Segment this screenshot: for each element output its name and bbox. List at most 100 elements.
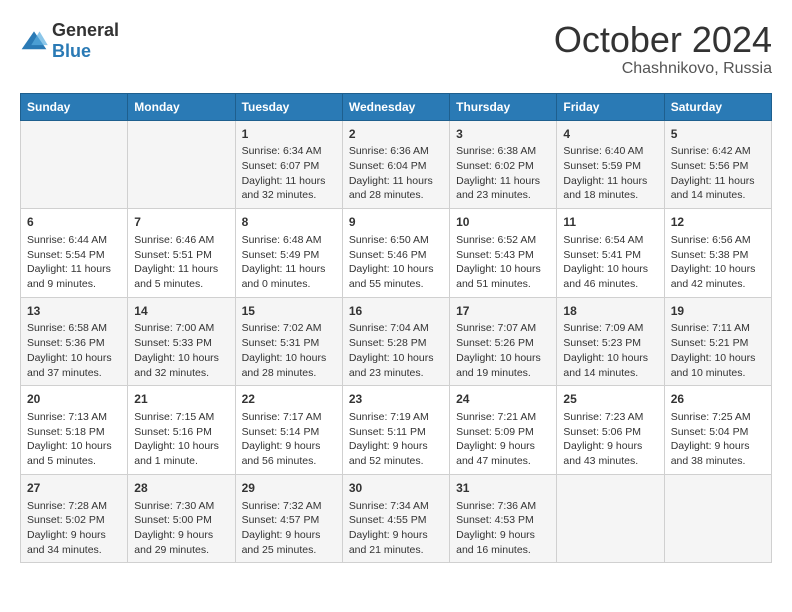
day-number: 10 (456, 214, 550, 231)
calendar-cell: 8 Sunrise: 6:48 AM Sunset: 5:49 PM Daylig… (235, 209, 342, 298)
day-content: Sunrise: 7:23 AM Sunset: 5:06 PM Dayligh… (563, 410, 657, 469)
calendar-cell (21, 120, 128, 209)
weekday-header: Saturday (664, 93, 771, 120)
calendar-cell: 30Sunrise: 7:34 AM Sunset: 4:55 PM Dayli… (342, 474, 449, 563)
day-number: 8 (242, 214, 336, 231)
day-content: Sunrise: 6:48 AM Sunset: 5:49 PM Dayligh… (242, 233, 336, 292)
calendar-cell: 5Sunrise: 6:42 AM Sunset: 5:56 PM Daylig… (664, 120, 771, 209)
day-content: Sunrise: 6:44 AM Sunset: 5:54 PM Dayligh… (27, 233, 121, 292)
calendar-week-row: 20 Sunrise: 7:13 AM Sunset: 5:18 PM Dayli… (21, 386, 772, 475)
day-content: Sunrise: 7:00 AM Sunset: 5:33 PM Dayligh… (134, 321, 228, 380)
day-content: Sunrise: 6:38 AM Sunset: 6:02 PM Dayligh… (456, 144, 550, 203)
logo-blue: Blue (52, 41, 91, 61)
weekday-header: Friday (557, 93, 664, 120)
day-number: 27 (27, 480, 121, 497)
day-number: 18 (563, 303, 657, 320)
day-content: Sunrise: 6:46 AM Sunset: 5:51 PM Dayligh… (134, 233, 228, 292)
day-content: Sunrise: 7:28 AM Sunset: 5:02 PM Dayligh… (27, 499, 121, 558)
calendar-cell: 2Sunrise: 6:36 AM Sunset: 6:04 PM Daylig… (342, 120, 449, 209)
day-number: 12 (671, 214, 765, 231)
calendar-cell: 11Sunrise: 6:54 AM Sunset: 5:41 PM Dayli… (557, 209, 664, 298)
day-content: Sunrise: 6:52 AM Sunset: 5:43 PM Dayligh… (456, 233, 550, 292)
day-number: 4 (563, 126, 657, 143)
month-title: October 2024 (554, 20, 772, 60)
calendar-cell: 19Sunrise: 7:11 AM Sunset: 5:21 PM Dayli… (664, 297, 771, 386)
day-number: 26 (671, 391, 765, 408)
calendar-cell: 23 Sunrise: 7:19 AM Sunset: 5:11 PM Dayli… (342, 386, 449, 475)
day-content: Sunrise: 7:02 AM Sunset: 5:31 PM Dayligh… (242, 321, 336, 380)
calendar-week-row: 1Sunrise: 6:34 AM Sunset: 6:07 PM Daylig… (21, 120, 772, 209)
day-content: Sunrise: 7:36 AM Sunset: 4:53 PM Dayligh… (456, 499, 550, 558)
day-content: Sunrise: 6:56 AM Sunset: 5:38 PM Dayligh… (671, 233, 765, 292)
calendar-table: SundayMondayTuesdayWednesdayThursdayFrid… (20, 93, 772, 564)
day-number: 15 (242, 303, 336, 320)
weekday-header: Sunday (21, 93, 128, 120)
day-number: 21 (134, 391, 228, 408)
day-content: Sunrise: 6:40 AM Sunset: 5:59 PM Dayligh… (563, 144, 657, 203)
day-content: Sunrise: 7:30 AM Sunset: 5:00 PM Dayligh… (134, 499, 228, 558)
weekday-header: Thursday (450, 93, 557, 120)
day-content: Sunrise: 6:50 AM Sunset: 5:46 PM Dayligh… (349, 233, 443, 292)
calendar-cell: 7 Sunrise: 6:46 AM Sunset: 5:51 PM Daylig… (128, 209, 235, 298)
calendar-cell: 18Sunrise: 7:09 AM Sunset: 5:23 PM Dayli… (557, 297, 664, 386)
day-content: Sunrise: 7:17 AM Sunset: 5:14 PM Dayligh… (242, 410, 336, 469)
day-content: Sunrise: 7:11 AM Sunset: 5:21 PM Dayligh… (671, 321, 765, 380)
logo-general: General (52, 20, 119, 40)
day-number: 16 (349, 303, 443, 320)
day-content: Sunrise: 7:25 AM Sunset: 5:04 PM Dayligh… (671, 410, 765, 469)
day-content: Sunrise: 6:58 AM Sunset: 5:36 PM Dayligh… (27, 321, 121, 380)
weekday-header: Monday (128, 93, 235, 120)
day-number: 5 (671, 126, 765, 143)
calendar-cell: 6 Sunrise: 6:44 AM Sunset: 5:54 PM Daylig… (21, 209, 128, 298)
calendar-cell: 21Sunrise: 7:15 AM Sunset: 5:16 PM Dayli… (128, 386, 235, 475)
calendar-cell (128, 120, 235, 209)
location-title: Chashnikovo, Russia (554, 60, 772, 78)
day-number: 1 (242, 126, 336, 143)
day-content: Sunrise: 7:09 AM Sunset: 5:23 PM Dayligh… (563, 321, 657, 380)
day-content: Sunrise: 7:32 AM Sunset: 4:57 PM Dayligh… (242, 499, 336, 558)
calendar-cell: 29 Sunrise: 7:32 AM Sunset: 4:57 PM Dayli… (235, 474, 342, 563)
weekday-header: Wednesday (342, 93, 449, 120)
day-number: 7 (134, 214, 228, 231)
logo-icon (20, 30, 48, 52)
day-content: Sunrise: 7:19 AM Sunset: 5:11 PM Dayligh… (349, 410, 443, 469)
weekday-header: Tuesday (235, 93, 342, 120)
day-number: 6 (27, 214, 121, 231)
page-header: General Blue October 2024 Chashnikovo, R… (20, 20, 772, 78)
calendar-cell (557, 474, 664, 563)
calendar-cell: 22 Sunrise: 7:17 AM Sunset: 5:14 PM Dayli… (235, 386, 342, 475)
calendar-cell: 24Sunrise: 7:21 AM Sunset: 5:09 PM Dayli… (450, 386, 557, 475)
day-number: 28 (134, 480, 228, 497)
day-number: 3 (456, 126, 550, 143)
calendar-cell: 25 Sunrise: 7:23 AM Sunset: 5:06 PM Dayli… (557, 386, 664, 475)
calendar-cell: 27 Sunrise: 7:28 AM Sunset: 5:02 PM Dayli… (21, 474, 128, 563)
title-section: October 2024 Chashnikovo, Russia (554, 20, 772, 78)
day-content: Sunrise: 6:36 AM Sunset: 6:04 PM Dayligh… (349, 144, 443, 203)
calendar-cell: 17Sunrise: 7:07 AM Sunset: 5:26 PM Dayli… (450, 297, 557, 386)
day-number: 19 (671, 303, 765, 320)
day-number: 13 (27, 303, 121, 320)
day-content: Sunrise: 7:34 AM Sunset: 4:55 PM Dayligh… (349, 499, 443, 558)
day-number: 22 (242, 391, 336, 408)
day-content: Sunrise: 6:34 AM Sunset: 6:07 PM Dayligh… (242, 144, 336, 203)
calendar-cell: 28 Sunrise: 7:30 AM Sunset: 5:00 PM Dayli… (128, 474, 235, 563)
day-number: 14 (134, 303, 228, 320)
calendar-cell: 13Sunrise: 6:58 AM Sunset: 5:36 PM Dayli… (21, 297, 128, 386)
day-number: 25 (563, 391, 657, 408)
calendar-cell: 14Sunrise: 7:00 AM Sunset: 5:33 PM Dayli… (128, 297, 235, 386)
day-content: Sunrise: 6:54 AM Sunset: 5:41 PM Dayligh… (563, 233, 657, 292)
calendar-cell: 10 Sunrise: 6:52 AM Sunset: 5:43 PM Dayli… (450, 209, 557, 298)
day-content: Sunrise: 7:13 AM Sunset: 5:18 PM Dayligh… (27, 410, 121, 469)
day-number: 9 (349, 214, 443, 231)
day-content: Sunrise: 7:21 AM Sunset: 5:09 PM Dayligh… (456, 410, 550, 469)
day-number: 23 (349, 391, 443, 408)
calendar-cell: 9 Sunrise: 6:50 AM Sunset: 5:46 PM Daylig… (342, 209, 449, 298)
day-content: Sunrise: 7:07 AM Sunset: 5:26 PM Dayligh… (456, 321, 550, 380)
day-number: 20 (27, 391, 121, 408)
calendar-cell: 26 Sunrise: 7:25 AM Sunset: 5:04 PM Dayli… (664, 386, 771, 475)
day-number: 29 (242, 480, 336, 497)
day-content: Sunrise: 6:42 AM Sunset: 5:56 PM Dayligh… (671, 144, 765, 203)
day-number: 2 (349, 126, 443, 143)
day-content: Sunrise: 7:04 AM Sunset: 5:28 PM Dayligh… (349, 321, 443, 380)
calendar-cell: 4Sunrise: 6:40 AM Sunset: 5:59 PM Daylig… (557, 120, 664, 209)
